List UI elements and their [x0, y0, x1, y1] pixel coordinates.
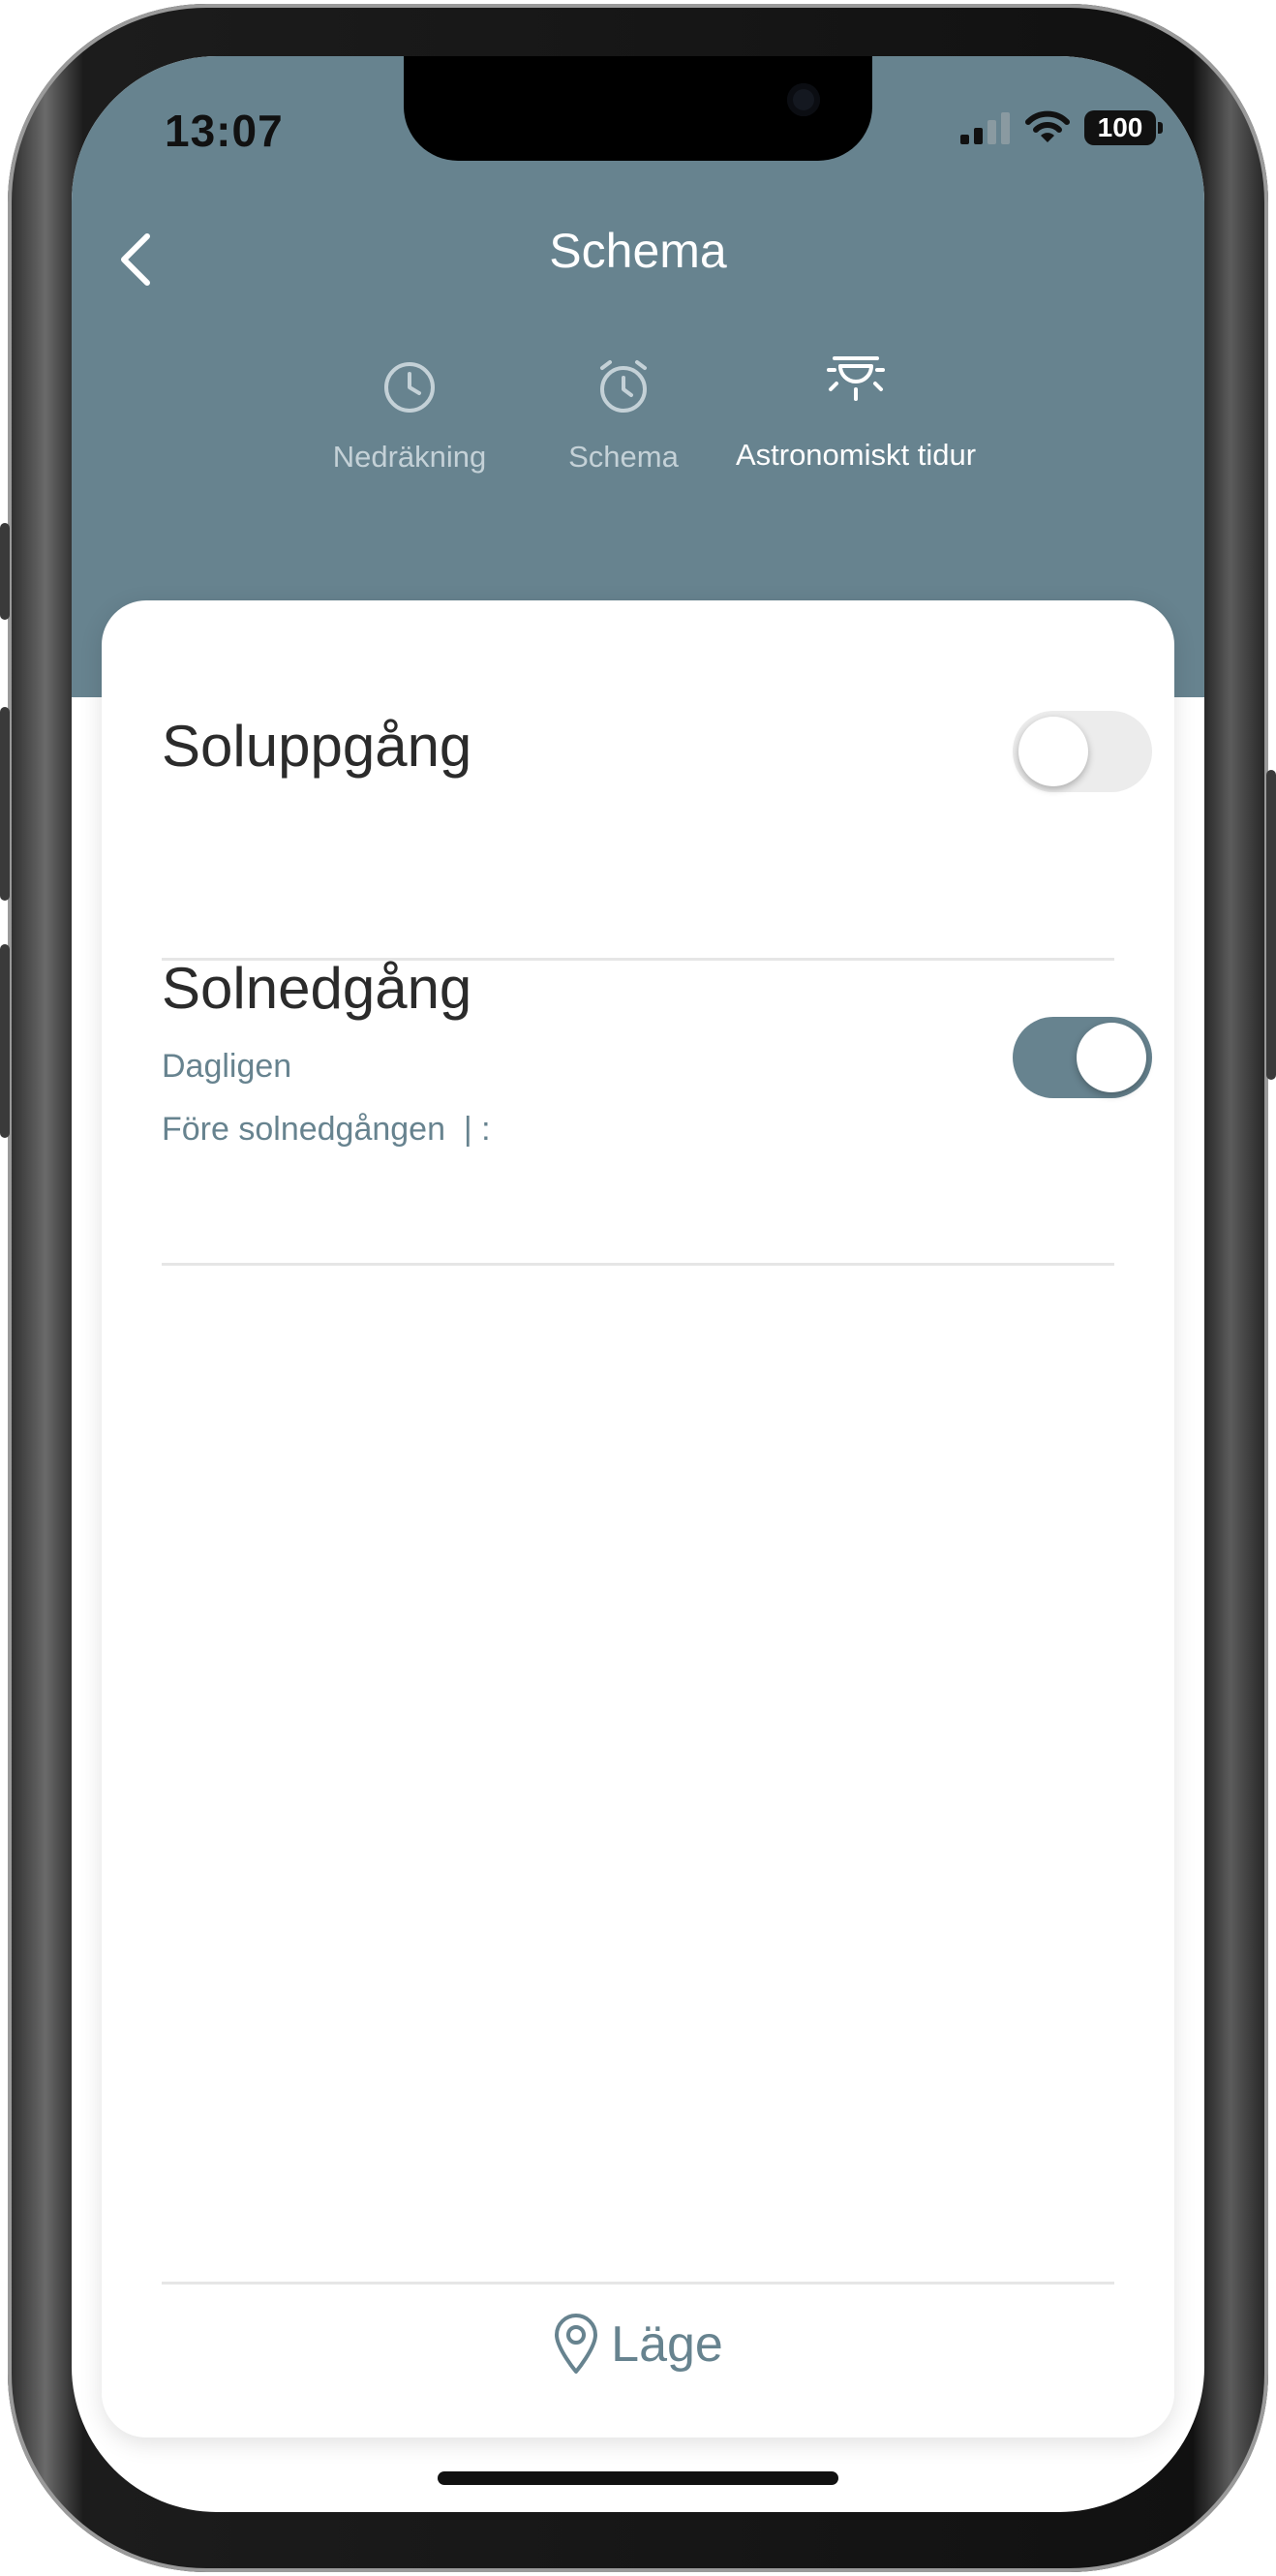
battery-indicator: 100	[1084, 110, 1163, 145]
clock-icon	[384, 362, 435, 413]
volume-up-button	[0, 707, 10, 901]
toggle-knob	[1077, 1023, 1146, 1092]
page-title: Schema	[549, 224, 727, 278]
schedule-card: Soluppgång Solnedgång Dagligen Före soln…	[102, 600, 1174, 2438]
sunset-title[interactable]: Solnedgång	[162, 955, 471, 1022]
toggle-knob	[1018, 717, 1088, 786]
sunset-toggle[interactable]	[1013, 1017, 1152, 1098]
sunrise-toggle[interactable]	[1013, 711, 1152, 792]
sunset-repeat: Dagligen	[162, 1048, 292, 1085]
location-pin-icon	[555, 2314, 598, 2374]
power-button	[1266, 770, 1276, 1080]
location-button[interactable]: Läge	[72, 2301, 1204, 2388]
screen: 13:07 100 Schema Nedräkning Schema Astro…	[72, 56, 1204, 2512]
divider	[162, 2282, 1114, 2285]
silent-switch	[0, 523, 10, 620]
status-icons: 100	[958, 110, 1163, 145]
tab-countdown[interactable]: Nedräkning	[303, 356, 516, 475]
wifi-icon	[1025, 110, 1070, 142]
status-time: 13:07	[165, 106, 284, 156]
alarm-clock-icon	[600, 360, 647, 413]
location-label: Läge	[611, 2316, 723, 2373]
tab-schedule-label: Schema	[568, 440, 679, 474]
sunset-detail: Före solnedgången | :	[162, 1111, 491, 1148]
home-indicator[interactable]	[438, 2471, 838, 2485]
tab-astronomical-timer[interactable]: Astronomiskt tidur	[711, 347, 1001, 473]
sun-horizon-icon	[827, 356, 885, 401]
cellular-signal-icon	[960, 112, 1010, 144]
tab-countdown-label: Nedräkning	[332, 440, 487, 474]
sunrise-title: Soluppgång	[162, 714, 472, 779]
volume-down-button	[0, 944, 10, 1138]
dynamic-notch	[404, 56, 872, 161]
tab-astronomical-timer-label: Astronomiskt tidur	[735, 438, 977, 472]
tab-schedule[interactable]: Schema	[536, 356, 711, 475]
battery-level: 100	[1097, 112, 1143, 142]
divider	[162, 1263, 1114, 1266]
front-camera	[787, 83, 820, 116]
